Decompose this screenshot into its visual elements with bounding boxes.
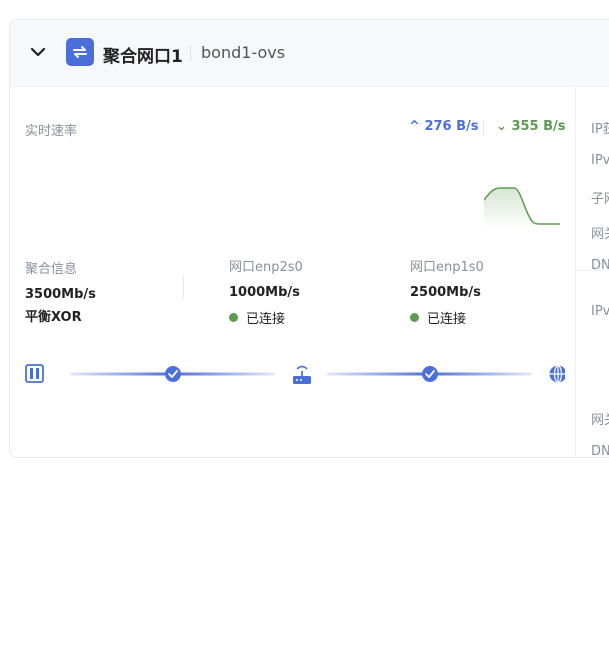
download-rate: ⌄ 355 B/s bbox=[496, 119, 566, 134]
rate-sparkline bbox=[484, 187, 560, 230]
card-header[interactable]: 聚合网口1 bond1-ovs bbox=[10, 20, 609, 87]
status-dot bbox=[229, 313, 238, 322]
card-body: 实时速率 ^ 276 B/s ⌄ 355 B/s 聚合信息 3500Mb/s 平… bbox=[10, 86, 575, 457]
port-status: 已连接 bbox=[229, 308, 303, 327]
check-icon bbox=[422, 366, 438, 382]
chevron-down-icon[interactable] bbox=[28, 42, 48, 62]
arrow-down-icon: ⌄ bbox=[496, 119, 507, 134]
download-rate-value: 355 B/s bbox=[511, 119, 566, 134]
bond-info-label: 聚合信息 bbox=[25, 262, 78, 277]
title-divider bbox=[190, 45, 191, 61]
router-icon bbox=[293, 365, 311, 384]
bond-card: 聚合网口1 bond1-ovs 实时速率 ^ 276 B/s ⌄ 355 B/s bbox=[9, 19, 609, 458]
port-label: 网口enp1s0 bbox=[410, 260, 484, 275]
panel-divider bbox=[576, 270, 609, 271]
info-divider bbox=[183, 276, 184, 298]
check-icon bbox=[165, 366, 181, 382]
port-label: 网口enp2s0 bbox=[229, 260, 303, 275]
bond-subtitle: bond1-ovs bbox=[201, 43, 286, 62]
gateway-label: 网关 bbox=[591, 227, 609, 242]
rate-divider bbox=[483, 121, 484, 135]
port-status-text: 已连接 bbox=[246, 312, 286, 327]
bond-title: 聚合网口1 bbox=[103, 47, 183, 67]
bond-mode: 平衡XOR bbox=[25, 310, 82, 325]
status-dot bbox=[410, 313, 419, 322]
port-enp1s0: 网口enp1s0 2500Mb/s 已连接 bbox=[410, 256, 484, 327]
ipv6-label: IPv bbox=[591, 304, 609, 319]
port-speed: 1000Mb/s bbox=[229, 285, 300, 300]
upload-rate-value: 276 B/s bbox=[424, 119, 479, 134]
subnet-label: 子网 bbox=[591, 192, 609, 207]
port-enp2s0: 网口enp2s0 1000Mb/s 已连接 bbox=[229, 256, 303, 327]
port-status: 已连接 bbox=[410, 308, 484, 327]
ip-info-panel: IP获 IPv 子网 网关 DN IPv 网关 DN bbox=[575, 86, 609, 457]
ip-method-label: IP获 bbox=[591, 122, 609, 137]
bond-icon bbox=[66, 38, 94, 66]
bond-speed: 3500Mb/s bbox=[25, 287, 96, 302]
realtime-rate-label: 实时速率 bbox=[25, 124, 78, 139]
port-status-text: 已连接 bbox=[427, 312, 467, 327]
upload-rate: ^ 276 B/s bbox=[409, 119, 479, 134]
device-icon bbox=[25, 364, 44, 383]
bond-info: 聚合信息 3500Mb/s 平衡XOR bbox=[25, 258, 96, 325]
port-speed: 2500Mb/s bbox=[410, 285, 481, 300]
ipv4-label: IPv bbox=[591, 153, 609, 168]
dns-v6-label: DN bbox=[591, 444, 609, 458]
network-topology bbox=[25, 364, 565, 384]
arrow-up-icon: ^ bbox=[409, 119, 420, 134]
globe-icon bbox=[549, 364, 565, 384]
gateway-v6-label: 网关 bbox=[591, 413, 609, 428]
